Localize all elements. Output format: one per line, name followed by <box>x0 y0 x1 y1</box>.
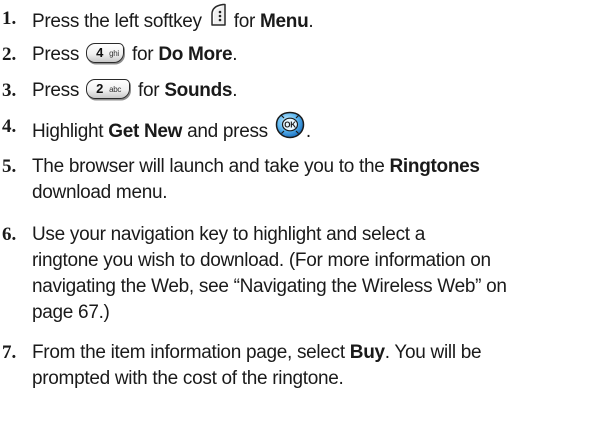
step-number: 3. <box>2 80 17 101</box>
step-text: page 67.) <box>32 302 110 323</box>
step-text: for <box>138 80 160 101</box>
key-2-icon: 2 abc <box>86 78 131 99</box>
key-sub-label: abc <box>109 84 122 94</box>
step-number: 6. <box>2 224 17 245</box>
key-4-icon: 4 ghi <box>86 42 125 63</box>
left-softkey-icon <box>209 3 227 35</box>
key-main-label: 4 <box>96 44 103 60</box>
step-bold-term: Get New <box>108 121 183 143</box>
step-text: . <box>308 11 314 33</box>
step-number: 5. <box>2 156 17 177</box>
key-main-label: 2 <box>96 80 103 96</box>
ok-key-icon: OK <box>275 111 305 147</box>
step-text: Press <box>32 44 80 65</box>
step-text: ringtone you wish to download. (For more… <box>32 250 491 271</box>
key-sub-label: ghi <box>109 48 119 58</box>
step-text: From the item information page, select <box>32 342 345 363</box>
step-text: . <box>232 80 238 101</box>
step-text: . <box>305 121 311 143</box>
step-text: for <box>233 11 256 33</box>
step-number: 4. <box>2 116 17 137</box>
step-text: Press <box>32 80 80 101</box>
step-text: Use your navigation key to highlight and… <box>32 224 425 245</box>
step-text: . <box>232 44 238 65</box>
step-bold-term: Sounds <box>164 80 233 101</box>
step-text: navigating the Web, see “Navigating the … <box>32 276 507 297</box>
step-number: 1. <box>2 8 17 29</box>
step-bold-term: Ringtones <box>389 156 480 177</box>
step-text: prompted with the cost of the ringtone. <box>32 368 344 389</box>
step-bold-term: Menu <box>260 11 309 33</box>
svg-text:OK: OK <box>284 121 296 130</box>
instruction-list: 1. Press the left softkey for Menu. 2. P… <box>0 0 589 445</box>
step-text: Press the left softkey <box>32 11 202 33</box>
step-text: The browser will launch and take you to … <box>32 156 385 177</box>
step-text: Highlight <box>32 121 104 143</box>
step-bold-term: Buy <box>349 342 385 363</box>
step-bold-term: Do More <box>158 44 233 65</box>
step-text: . You will be <box>384 342 482 363</box>
step-number: 2. <box>2 44 17 65</box>
step-text: download menu. <box>32 182 168 203</box>
step-text: for <box>132 44 154 65</box>
step-text: and press <box>187 121 268 143</box>
step-number: 7. <box>2 342 17 363</box>
